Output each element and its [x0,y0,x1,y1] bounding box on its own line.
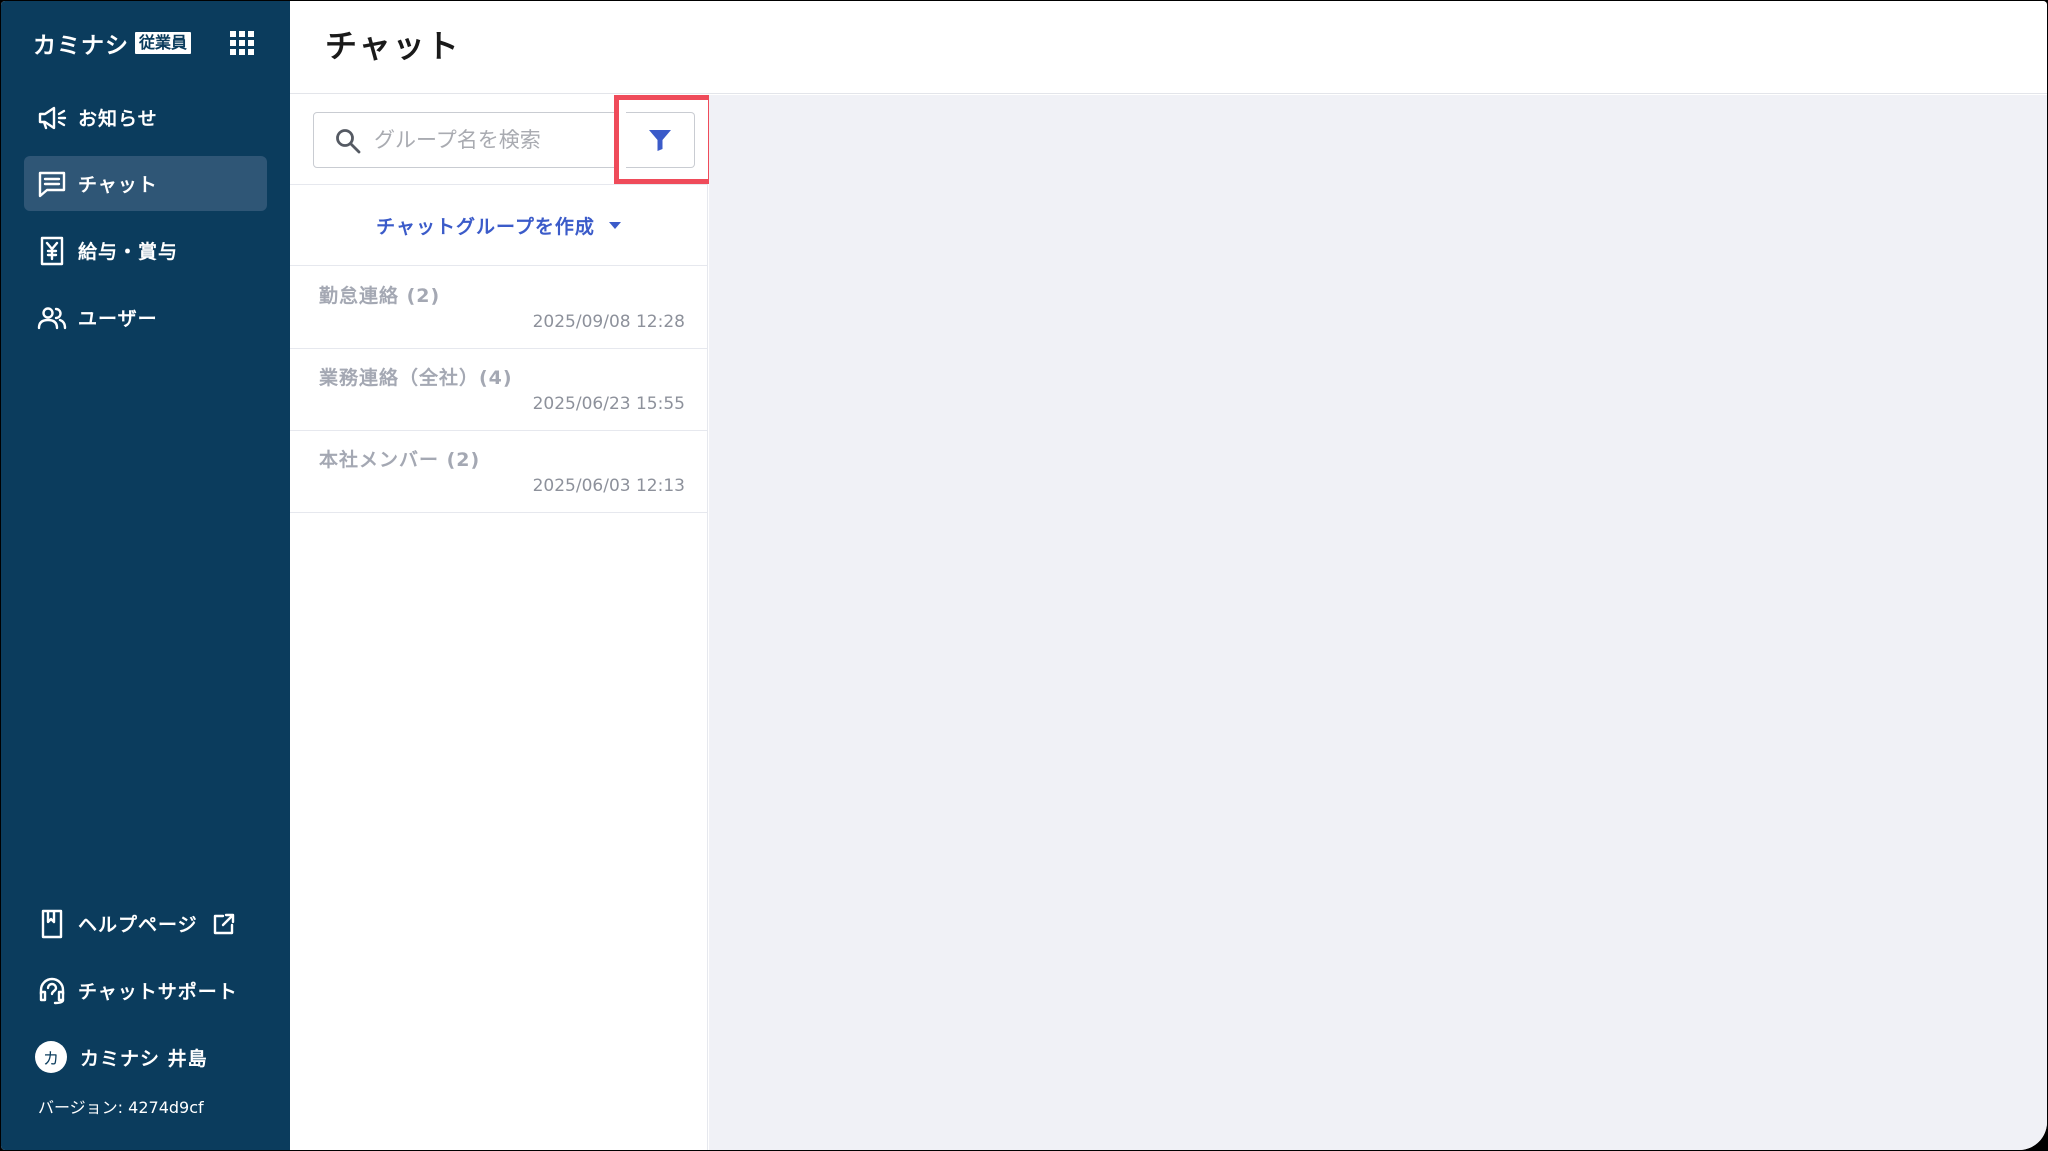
page-title: チャット [325,27,461,65]
chat-group-name: 業務連絡（全社）(4) [319,367,513,389]
sidebar-item-label: ユーザー [78,308,158,330]
chat-icon [36,168,68,200]
megaphone-icon [36,102,68,134]
payslip-icon [36,235,68,267]
external-link-icon [212,912,236,936]
sidebar: カミナシ 従業員 お知らせ チャット 給与・賞与 ユーザー ヘルプページ チャッ… [1,1,290,1150]
create-chat-group-label: チャットグループを作成 [376,215,595,238]
chat-list: 勤怠連絡 (2) 2025/09/08 12:28 業務連絡（全社）(4) 20… [290,267,707,513]
book-icon [36,908,68,940]
users-icon [36,302,68,334]
search-input[interactable] [374,121,614,159]
filter-icon [648,128,672,152]
list-item[interactable]: 業務連絡（全社）(4) 2025/06/23 15:55 [290,349,707,431]
create-chat-group-button[interactable]: チャットグループを作成 [290,184,707,266]
sidebar-item-label: ヘルプページ [78,914,198,936]
chat-timestamp: 2025/06/03 12:13 [532,476,685,496]
avatar[interactable]: カ [35,1041,67,1073]
app-logo[interactable]: カミナシ 従業員 [33,27,192,59]
sidebar-item-label: チャット [78,174,158,196]
sidebar-item-chat-support[interactable]: チャットサポート [24,963,267,1018]
user-name[interactable]: カミナシ 井島 [80,1044,208,1071]
sidebar-item-help[interactable]: ヘルプページ [24,896,267,951]
sidebar-item-chat[interactable]: チャット [24,156,267,211]
sidebar-item-users[interactable]: ユーザー [24,290,267,345]
caret-down-icon [608,221,621,229]
sidebar-item-label: 給与・賞与 [78,241,179,263]
version-text: バージョン: 4274d9cf [38,1098,204,1117]
list-item[interactable]: 本社メンバー (2) 2025/06/03 12:13 [290,431,707,513]
sidebar-item-label: チャットサポート [78,981,238,1003]
sidebar-item-label: お知らせ [78,108,158,130]
chat-list-panel: チャットグループを作成 勤怠連絡 (2) 2025/09/08 12:28 業務… [290,95,713,1150]
headset-icon [36,975,68,1007]
search-icon [334,127,362,155]
search-box [313,112,626,168]
app-window: カミナシ 従業員 お知らせ チャット 給与・賞与 ユーザー ヘルプページ チャッ… [1,1,2047,1150]
chat-group-name: 本社メンバー (2) [319,449,481,471]
filter-button[interactable] [626,112,695,168]
logo-badge: 従業員 [135,32,192,54]
logo-text: カミナシ [33,33,129,59]
sidebar-item-notices[interactable]: お知らせ [24,90,267,145]
page-header: チャット [290,1,2047,94]
chat-group-name: 勤怠連絡 (2) [319,285,441,307]
chat-timestamp: 2025/06/23 15:55 [532,394,685,414]
app-grid-icon[interactable] [230,31,254,55]
chat-main-area [709,95,2047,1150]
chat-timestamp: 2025/09/08 12:28 [532,312,685,332]
list-item[interactable]: 勤怠連絡 (2) 2025/09/08 12:28 [290,267,707,349]
sidebar-item-payslip[interactable]: 給与・賞与 [24,223,267,278]
